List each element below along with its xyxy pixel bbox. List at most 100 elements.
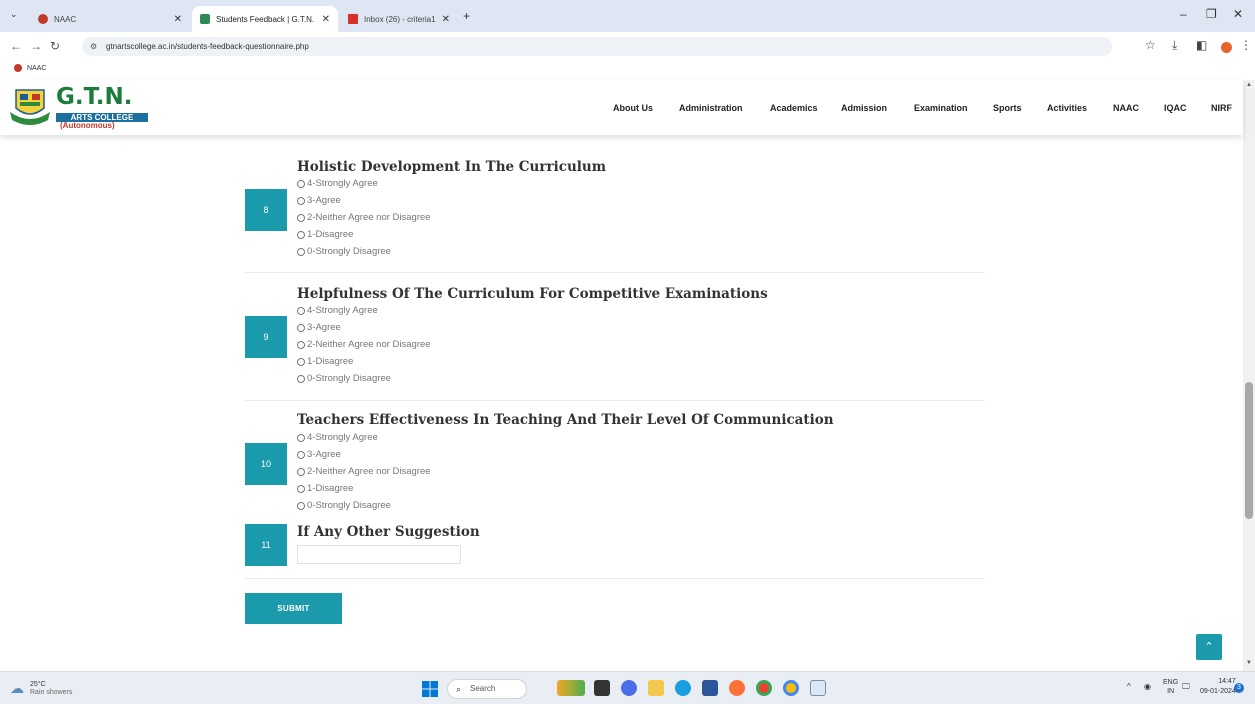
nav-sports[interactable]: Sports — [993, 103, 1022, 113]
minimize-icon[interactable]: – — [1180, 7, 1187, 21]
nav-iqac[interactable]: IQAC — [1164, 103, 1187, 113]
option-agree[interactable]: 3-Agree — [297, 322, 341, 333]
nav-administration[interactable]: Administration — [679, 103, 743, 113]
site-info-icon[interactable]: ⚙ — [90, 37, 97, 56]
radio-button[interactable] — [297, 450, 305, 459]
radio-button[interactable] — [297, 323, 305, 332]
weather-widget[interactable]: ☁ 25°C Rain showers — [10, 680, 72, 697]
download-icon[interactable]: ⤓ — [1172, 38, 1177, 53]
menu-kebab-icon[interactable]: ⋮ — [1240, 38, 1252, 52]
notification-badge[interactable]: 3 — [1234, 683, 1244, 693]
scrollbar-thumb[interactable] — [1245, 382, 1253, 519]
divider — [245, 400, 985, 401]
radio-button[interactable] — [297, 213, 305, 222]
taskbar-search[interactable]: ⌕ Search — [447, 679, 527, 699]
new-tab-plus-icon[interactable]: + — [463, 9, 470, 23]
chrome-profile-icon[interactable] — [783, 680, 799, 696]
bookmark-naac[interactable]: NAAC — [14, 64, 46, 72]
edge-icon[interactable] — [675, 680, 691, 696]
option-strongly-disagree[interactable]: 0-Strongly Disagree — [297, 373, 391, 384]
system-clock[interactable]: 14:47 09-01-2024 — [1200, 677, 1236, 697]
nav-about-us[interactable]: About Us — [613, 103, 653, 113]
tab-naac[interactable]: NAAC ✕ — [30, 6, 190, 32]
option-neither[interactable]: 2-Neither Agree nor Disagree — [297, 339, 431, 350]
radio-button[interactable] — [297, 340, 305, 349]
radio-button[interactable] — [297, 501, 305, 510]
option-agree[interactable]: 3-Agree — [297, 195, 341, 206]
suggestion-input[interactable] — [297, 545, 461, 564]
option-disagree[interactable]: 1-Disagree — [297, 229, 353, 240]
close-icon[interactable]: ✕ — [442, 14, 450, 25]
divider — [245, 272, 985, 273]
nav-naac[interactable]: NAAC — [1113, 103, 1139, 113]
scroll-down-arrow-icon[interactable]: ▼ — [1246, 660, 1252, 666]
scroll-up-arrow-icon[interactable]: ▲ — [1246, 82, 1252, 88]
language-indicator[interactable]: ENG IN — [1163, 678, 1178, 696]
page-scrollbar[interactable]: ▲ ▼ — [1243, 80, 1255, 671]
chrome-icon[interactable] — [756, 680, 772, 696]
option-strongly-agree[interactable]: 4-Strongly Agree — [297, 305, 378, 316]
bookmark-star-icon[interactable]: ☆ — [1145, 38, 1156, 52]
option-label: 1-Disagree — [307, 356, 354, 367]
radio-button[interactable] — [297, 179, 305, 188]
radio-button[interactable] — [297, 467, 305, 476]
radio-button[interactable] — [297, 247, 305, 256]
radio-button[interactable] — [297, 196, 305, 205]
window-close-icon[interactable]: ✕ — [1233, 7, 1243, 21]
chat-icon[interactable] — [621, 680, 637, 696]
file-explorer-icon[interactable] — [648, 680, 664, 696]
nav-admission[interactable]: Admission — [841, 103, 887, 113]
tab-students-feedback[interactable]: Students Feedback | G.T.N. Arts ✕ — [192, 6, 338, 32]
forward-arrow-icon[interactable]: → — [30, 39, 42, 53]
option-label: 3-Agree — [307, 449, 341, 460]
question-number-badge: 9 — [245, 316, 287, 358]
option-strongly-agree[interactable]: 4-Strongly Agree — [297, 178, 378, 189]
tab-search-chevron-icon[interactable]: ⌄ — [10, 9, 18, 20]
option-strongly-agree[interactable]: 4-Strongly Agree — [297, 432, 378, 443]
task-view-icon[interactable] — [594, 680, 610, 696]
windows-start-icon[interactable] — [422, 681, 438, 697]
nav-activities[interactable]: Activities — [1047, 103, 1087, 113]
tab-gmail-inbox[interactable]: Inbox (26) - criteria1@gtnartsco ✕ — [340, 6, 458, 32]
back-arrow-icon[interactable]: ← — [10, 39, 22, 53]
radio-button[interactable] — [297, 484, 305, 493]
restore-icon[interactable]: ❐ — [1206, 7, 1217, 21]
reload-icon[interactable]: ↻ — [50, 39, 60, 53]
url-field[interactable]: ⚙ gtnartscollege.ac.in/students-feedback… — [82, 37, 1112, 56]
radio-button[interactable] — [297, 357, 305, 366]
close-icon[interactable]: ✕ — [322, 14, 330, 25]
option-label: 3-Agree — [307, 195, 341, 206]
search-placeholder: Search — [470, 684, 496, 693]
option-agree[interactable]: 3-Agree — [297, 449, 341, 460]
radio-button[interactable] — [297, 374, 305, 383]
show-hidden-icons-chevron-icon[interactable]: ^ — [1127, 682, 1131, 691]
nav-nirf[interactable]: NIRF — [1211, 103, 1232, 113]
firefox-icon[interactable] — [729, 680, 745, 696]
media-app-icon[interactable] — [810, 680, 826, 696]
nav-academics[interactable]: Academics — [770, 103, 818, 113]
option-neither[interactable]: 2-Neither Agree nor Disagree — [297, 466, 431, 477]
option-disagree[interactable]: 1-Disagree — [297, 356, 353, 367]
back-to-top-button[interactable]: ⌃ — [1196, 634, 1222, 660]
store-icon[interactable] — [702, 680, 718, 696]
question-title: Holistic Development In The Curriculum — [297, 159, 606, 175]
option-neither[interactable]: 2-Neither Agree nor Disagree — [297, 212, 431, 223]
radio-button[interactable] — [297, 230, 305, 239]
search-icon: ⌕ — [456, 684, 462, 694]
option-strongly-disagree[interactable]: 0-Strongly Disagree — [297, 500, 391, 511]
profile-avatar[interactable] — [1221, 42, 1232, 53]
network-icon[interactable]: 🖵 — [1182, 682, 1190, 692]
college-logo[interactable]: G.T.N. ARTS COLLEGE (Autonomous) — [8, 84, 148, 130]
nav-examination[interactable]: Examination — [914, 103, 968, 113]
widgets-icon[interactable] — [557, 680, 585, 696]
submit-button[interactable]: SUBMIT — [245, 593, 342, 624]
option-disagree[interactable]: 1-Disagree — [297, 483, 353, 494]
address-bar-row: ← → ↻ ⚙ gtnartscollege.ac.in/students-fe… — [0, 32, 1255, 60]
option-label: 4-Strongly Agree — [307, 305, 378, 316]
radio-button[interactable] — [297, 433, 305, 442]
tray-app-icon[interactable]: ◉ — [1144, 682, 1151, 691]
radio-button[interactable] — [297, 306, 305, 315]
close-icon[interactable]: ✕ — [174, 14, 182, 25]
option-strongly-disagree[interactable]: 0-Strongly Disagree — [297, 246, 391, 257]
side-panel-icon[interactable]: ◧ — [1196, 38, 1207, 52]
